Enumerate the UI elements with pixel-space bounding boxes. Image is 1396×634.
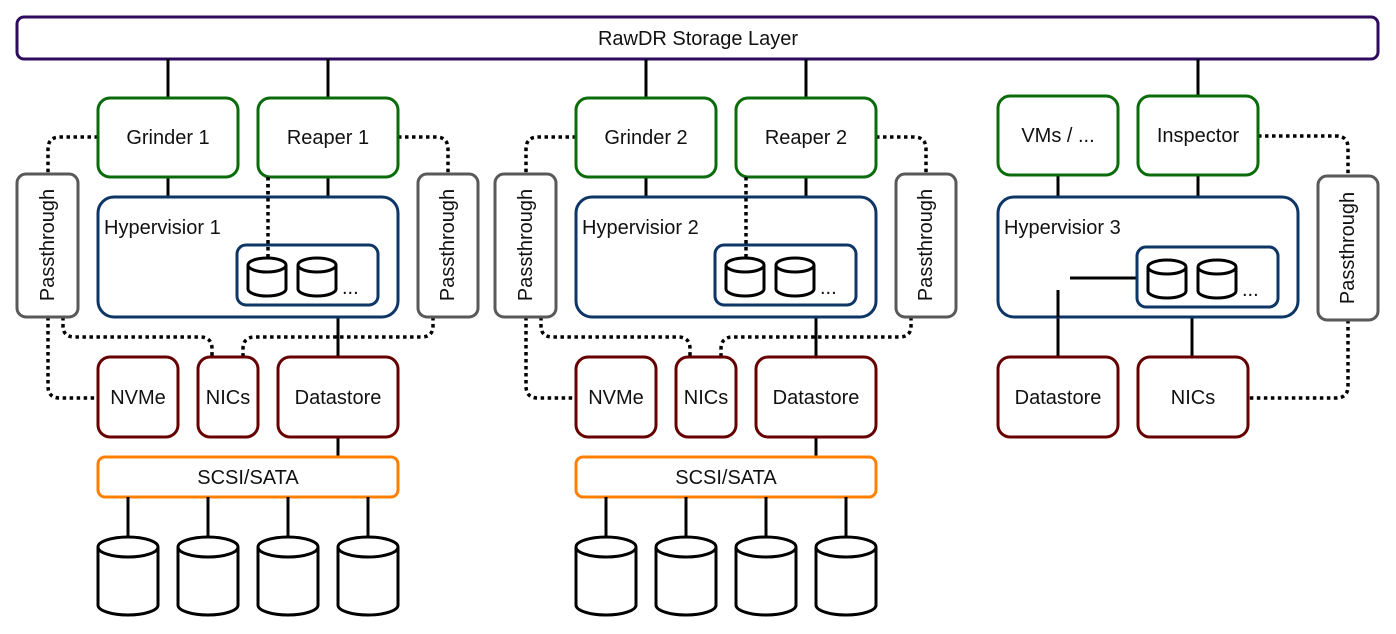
nvme-label: NVMe bbox=[588, 387, 644, 409]
virtual-disk-icon bbox=[774, 256, 816, 298]
hypervisor-label: Hypervisior 2 bbox=[582, 217, 699, 239]
inspector-label: Inspector bbox=[1157, 125, 1240, 147]
nics-label: NICs bbox=[684, 387, 728, 409]
architecture-diagram: RawDR Storage Layer Grinder 1 Reaper 1 H… bbox=[15, 15, 1380, 617]
host-group-3: VMs / ... Inspector Hypervisior 3 ... Pa… bbox=[996, 59, 1380, 439]
more-disks-ellipsis: ... bbox=[820, 277, 837, 299]
virtual-disk-icon bbox=[296, 256, 338, 298]
host-group-1: Grinder 1 Reaper 1 Hypervisior 1 ... Pas… bbox=[15, 59, 480, 617]
physical-disk-icon bbox=[574, 535, 638, 617]
datastore-label: Datastore bbox=[295, 387, 382, 409]
datastore-label: Datastore bbox=[1015, 387, 1102, 409]
more-disks-ellipsis: ... bbox=[342, 277, 359, 299]
virtual-disk-icon bbox=[1146, 258, 1188, 300]
nics-label: NICs bbox=[1171, 387, 1215, 409]
host-group-2: Grinder 2 Reaper 2 Hypervisior 2 ... Pas… bbox=[493, 59, 958, 617]
physical-disk-icon bbox=[654, 535, 718, 617]
physical-disk-icon bbox=[256, 535, 320, 617]
passthrough-right-label: Passthrough bbox=[437, 189, 459, 301]
physical-disk-icon bbox=[814, 535, 878, 617]
physical-disk-icon bbox=[336, 535, 400, 617]
nvme-label: NVMe bbox=[110, 387, 166, 409]
grinder-label: Grinder 1 bbox=[126, 127, 209, 149]
hypervisor-label: Hypervisior 1 bbox=[104, 217, 221, 239]
reaper-label: Reaper 2 bbox=[765, 127, 847, 149]
nics-label: NICs bbox=[206, 387, 250, 409]
physical-disk-icon bbox=[176, 535, 240, 617]
storage-layer: RawDR Storage Layer bbox=[15, 15, 1380, 61]
passthrough-label: Passthrough bbox=[1337, 192, 1359, 304]
virtual-disk-icon bbox=[246, 256, 288, 298]
physical-disk-icon bbox=[96, 535, 160, 617]
passthrough-left-label: Passthrough bbox=[37, 189, 59, 301]
virtual-disk-icon bbox=[1196, 258, 1238, 300]
scsi-sata-label: SCSI/SATA bbox=[675, 467, 777, 489]
physical-disk-icon bbox=[734, 535, 798, 617]
reaper-label: Reaper 1 bbox=[287, 127, 369, 149]
storage-layer-label: RawDR Storage Layer bbox=[598, 28, 798, 50]
virtual-disk-icon bbox=[724, 256, 766, 298]
hypervisor-label: Hypervisior 3 bbox=[1004, 217, 1121, 239]
datastore-label: Datastore bbox=[773, 387, 860, 409]
more-disks-ellipsis: ... bbox=[1242, 279, 1259, 301]
vms-label: VMs / ... bbox=[1021, 125, 1094, 147]
grinder-label: Grinder 2 bbox=[604, 127, 687, 149]
scsi-sata-label: SCSI/SATA bbox=[197, 467, 299, 489]
passthrough-left-label: Passthrough bbox=[515, 189, 537, 301]
passthrough-right-label: Passthrough bbox=[915, 189, 937, 301]
